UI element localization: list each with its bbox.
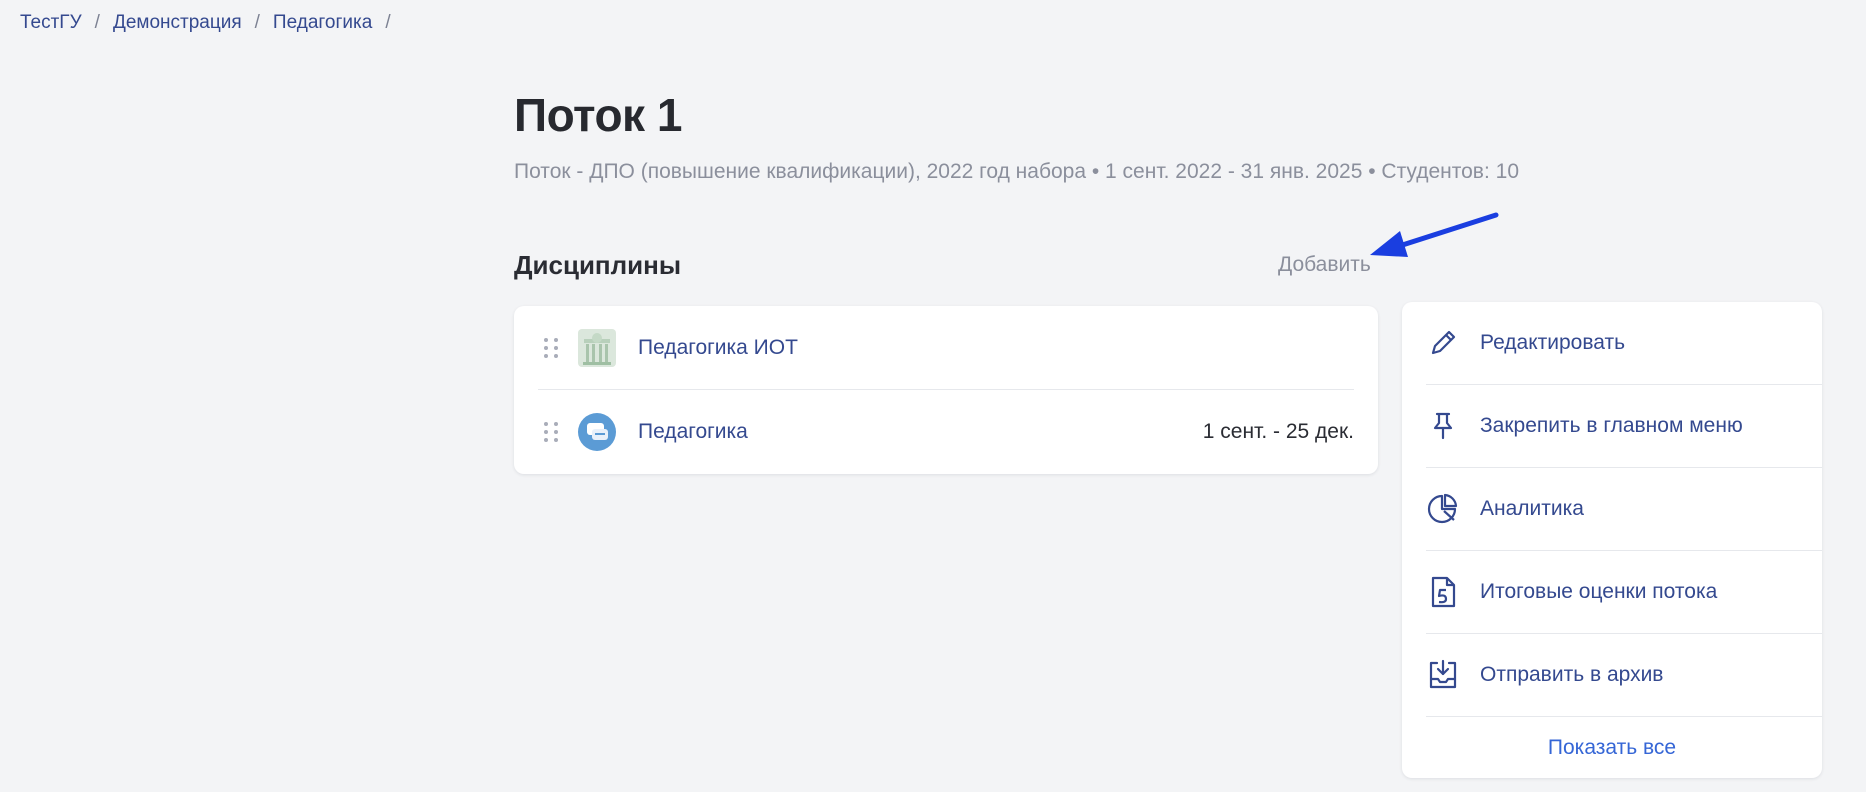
disciplines-list: Педагогика ИОТ Педагогика 1 сент. - 25 д… [514, 306, 1378, 474]
breadcrumb-separator: / [94, 12, 100, 33]
page-title: Поток 1 [514, 89, 682, 141]
building-icon [578, 328, 616, 367]
page-subtitle: Поток - ДПО (повышение квалификации), 20… [514, 160, 1519, 183]
breadcrumb-item-testgu[interactable]: ТестГУ [20, 12, 82, 34]
action-label: Аналитика [1480, 497, 1584, 520]
action-label: Итоговые оценки потока [1480, 580, 1718, 603]
actions-panel: Редактировать Закрепить в главном меню А… [1402, 302, 1822, 778]
discipline-name[interactable]: Педагогика [638, 420, 1203, 444]
add-discipline-button[interactable]: Добавить [1278, 253, 1371, 277]
breadcrumb-separator: / [385, 12, 391, 33]
discipline-name[interactable]: Педагогика ИОТ [638, 336, 1354, 360]
analytics-button[interactable]: Аналитика [1426, 468, 1822, 551]
pencil-icon [1431, 330, 1456, 355]
breadcrumb-separator: / [254, 12, 260, 33]
chat-bubbles-icon [578, 413, 616, 451]
action-label: Редактировать [1480, 331, 1626, 354]
pie-chart-icon [1427, 493, 1458, 524]
annotation-arrow-icon [1370, 212, 1499, 257]
grade-document-icon [1431, 576, 1456, 608]
discipline-dates: 1 сент. - 25 дек. [1202, 420, 1354, 443]
disciplines-heading: Дисциплины [514, 250, 682, 280]
breadcrumb-item-pedagogy[interactable]: Педагогика [273, 12, 372, 34]
breadcrumb: ТестГУ / Демонстрация / Педагогика / [20, 12, 404, 34]
archive-button[interactable]: Отправить в архив [1426, 634, 1822, 717]
action-label: Закрепить в главном меню [1480, 414, 1743, 437]
edit-button[interactable]: Редактировать [1426, 302, 1822, 385]
pin-icon [1433, 412, 1453, 440]
drag-handle-icon[interactable] [544, 337, 558, 358]
pin-to-menu-button[interactable]: Закрепить в главном меню [1426, 385, 1822, 468]
discipline-row[interactable]: Педагогика ИОТ [538, 306, 1354, 390]
final-grades-button[interactable]: Итоговые оценки потока [1426, 551, 1822, 634]
drag-handle-icon[interactable] [544, 422, 558, 442]
breadcrumb-item-demo[interactable]: Демонстрация [113, 12, 242, 34]
show-all-button[interactable]: Показать все [1402, 736, 1822, 760]
archive-icon [1429, 659, 1457, 689]
action-label: Отправить в архив [1480, 663, 1664, 686]
discipline-row[interactable]: Педагогика 1 сент. - 25 дек. [538, 390, 1354, 474]
